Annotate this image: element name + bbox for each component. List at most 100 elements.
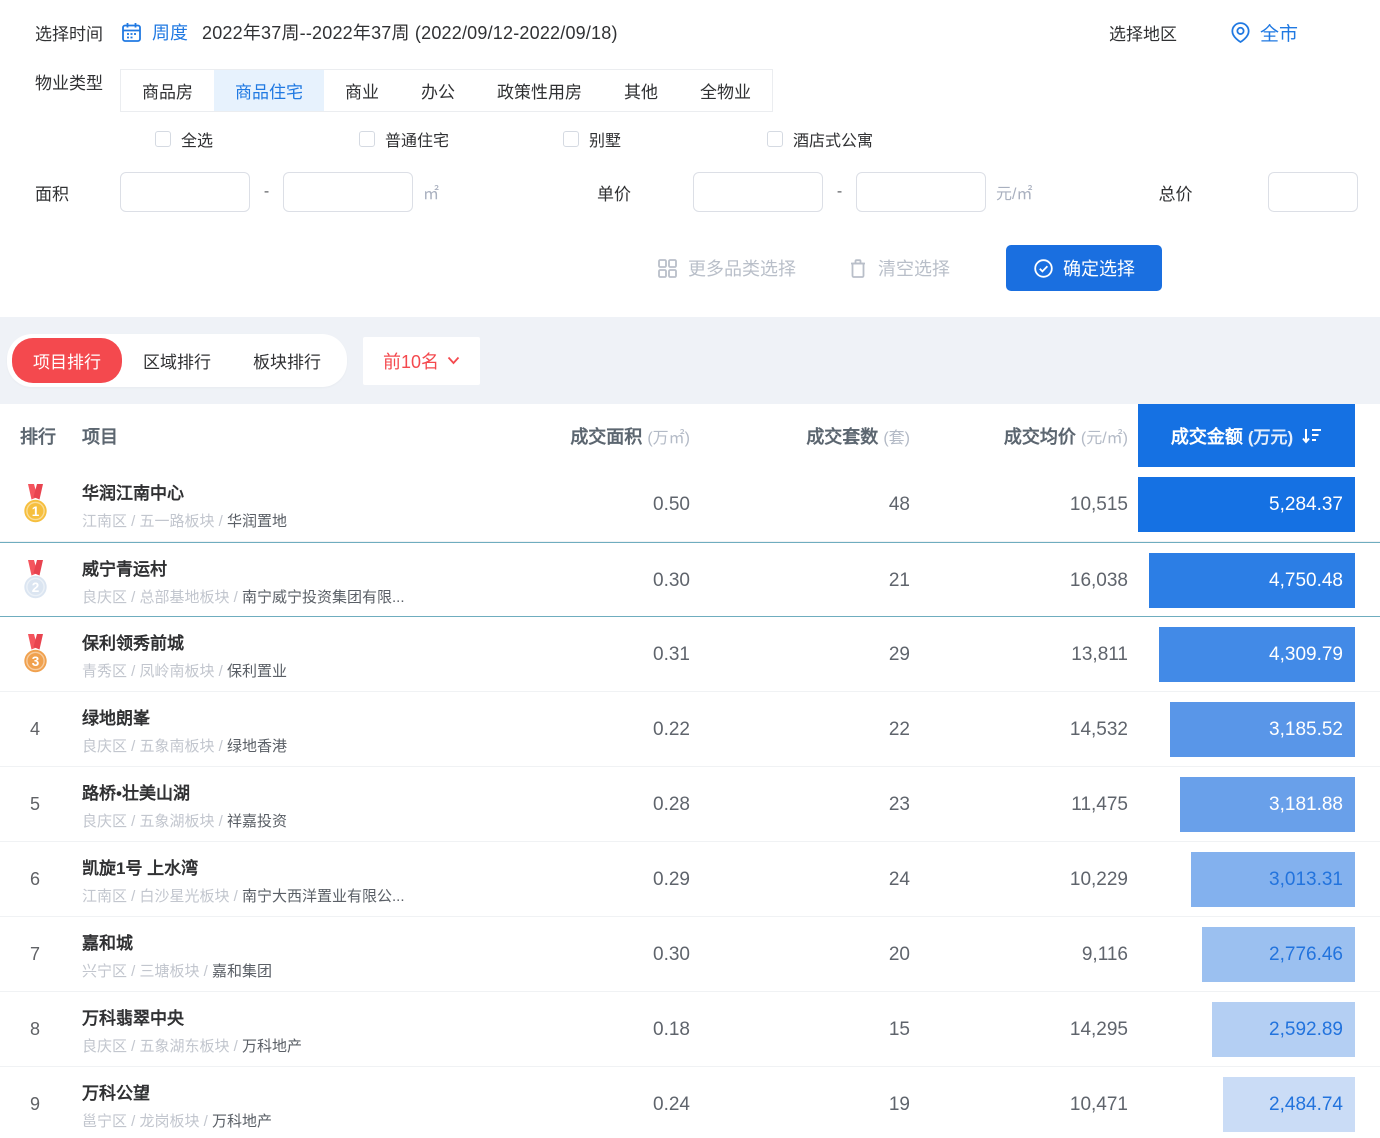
property-tab-2[interactable]: 商业 — [324, 70, 400, 111]
price-value: 9,116 — [910, 944, 1128, 966]
price-value: 14,532 — [910, 719, 1128, 741]
total-price-min-input[interactable] — [1268, 172, 1358, 212]
unit-price-max-input[interactable] — [856, 172, 986, 212]
units-value: 48 — [690, 494, 910, 516]
table-row[interactable]: 3 保利领秀前城 青秀区 / 凤岭南板块 / 保利置业 0.31 29 13,8… — [0, 617, 1380, 692]
location-pin-icon[interactable] — [1229, 21, 1252, 44]
property-tab-1[interactable]: 商品住宅 — [214, 70, 324, 111]
table-row[interactable]: 7 嘉和城 兴宁区 / 三塘板块 / 嘉和集团 0.30 20 9,116 2,… — [0, 917, 1380, 992]
amount-bar: 4,750.48 — [1149, 553, 1355, 608]
price-value: 10,471 — [910, 1094, 1128, 1116]
project-name: 万科翡翠中央 — [82, 1004, 540, 1029]
table-row[interactable]: 4 绿地朗峯 良庆区 / 五象南板块 / 绿地香港 0.22 22 14,532… — [0, 692, 1380, 767]
subtype-checkbox-2[interactable]: 别墅 — [563, 127, 767, 151]
area-value: 0.24 — [540, 1094, 690, 1116]
table-row[interactable]: 2 威宁青运村 良庆区 / 总部基地板块 / 南宁威宁投资集团有限... 0.3… — [0, 542, 1380, 617]
checkbox-icon[interactable] — [359, 131, 375, 147]
rank-cell: 4 — [0, 719, 70, 740]
amount-cell: 2,484.74 — [1128, 1067, 1355, 1138]
unit-price-min-input[interactable] — [693, 172, 823, 212]
project-name: 路桥•壮美山湖 — [82, 779, 540, 804]
amount-cell: 3,181.88 — [1128, 767, 1355, 842]
subtype-checkbox-1[interactable]: 普通住宅 — [359, 127, 563, 151]
time-filter-label: 选择时间 — [0, 20, 120, 45]
price-value: 16,038 — [910, 570, 1128, 592]
checkbox-label: 普通住宅 — [385, 127, 449, 151]
top-n-label: 前10名 — [383, 348, 439, 374]
area-value: 0.28 — [540, 794, 690, 816]
area-min-input[interactable] — [120, 172, 250, 212]
table-body: 1 华润江南中心 江南区 / 五一路板块 / 华润置地 0.50 48 10,5… — [0, 467, 1380, 1138]
rank-cell: 7 — [0, 944, 70, 965]
amount-cell: 4,309.79 — [1128, 617, 1355, 692]
property-tab-3[interactable]: 办公 — [400, 70, 476, 111]
checkbox-icon[interactable] — [563, 131, 579, 147]
project-name: 绿地朗峯 — [82, 704, 540, 729]
filter-panel: 选择时间 周度 2022年37周--2022年37周 (2022/09/12-2… — [0, 0, 1380, 291]
property-tab-6[interactable]: 全物业 — [679, 70, 772, 111]
time-mode-selector[interactable]: 周度 — [152, 19, 188, 45]
table-row[interactable]: 6 凯旋1号 上水湾 江南区 / 白沙星光板块 / 南宁大西洋置业有限公... … — [0, 842, 1380, 917]
total-price-label: 总价 — [1158, 180, 1192, 205]
medal-silver-icon: 2 — [20, 560, 51, 601]
table-row[interactable]: 5 路桥•壮美山湖 良庆区 / 五象湖板块 / 祥嘉投资 0.28 23 11,… — [0, 767, 1380, 842]
project-name: 威宁青运村 — [82, 555, 540, 580]
chevron-down-icon — [447, 356, 460, 365]
area-max-input[interactable] — [283, 172, 413, 212]
header-amount[interactable]: 成交金额 (万元) — [1138, 404, 1355, 467]
header-units: 成交套数 (套) — [690, 423, 910, 449]
amount-cell: 3,185.52 — [1128, 692, 1355, 767]
amount-cell: 4,750.48 — [1128, 543, 1355, 618]
project-location: 邕宁区 / 龙岗板块 / 万科地产 — [82, 1110, 540, 1131]
table-row[interactable]: 8 万科翡翠中央 良庆区 / 五象湖东板块 / 万科地产 0.18 15 14,… — [0, 992, 1380, 1067]
subtype-checkbox-3[interactable]: 酒店式公寓 — [767, 127, 971, 151]
checkbox-icon[interactable] — [155, 131, 171, 147]
ranking-toolbar: 项目排行区域排行板块排行 前10名 — [0, 317, 1380, 404]
rank-number: 7 — [30, 944, 40, 965]
property-type-label: 物业类型 — [0, 69, 120, 94]
project-cell: 万科公望 邕宁区 / 龙岗板块 / 万科地产 — [70, 1079, 540, 1131]
sort-descending-icon — [1301, 426, 1322, 445]
ranking-tab-1[interactable]: 区域排行 — [122, 338, 232, 383]
rank-cell: 2 — [0, 560, 70, 601]
amount-bar: 4,309.79 — [1159, 627, 1355, 682]
units-value: 15 — [690, 1019, 910, 1041]
ranking-tab-0[interactable]: 项目排行 — [12, 338, 122, 383]
region-value[interactable]: 全市 — [1260, 19, 1298, 46]
confirm-selection-button[interactable]: 确定选择 — [1006, 245, 1162, 291]
medal-gold-icon: 1 — [20, 484, 51, 525]
rank-number: 5 — [30, 794, 40, 815]
rank-number: 9 — [30, 1094, 40, 1115]
project-name: 嘉和城 — [82, 929, 540, 954]
table-row[interactable]: 9 万科公望 邕宁区 / 龙岗板块 / 万科地产 0.24 19 10,471 … — [0, 1067, 1380, 1138]
subtype-checkbox-0[interactable]: 全选 — [155, 127, 359, 151]
clear-selection-button[interactable]: 清空选择 — [848, 255, 950, 281]
checkbox-label: 酒店式公寓 — [793, 127, 873, 151]
property-tab-0[interactable]: 商品房 — [121, 70, 214, 111]
header-price: 成交均价 (元/㎡) — [910, 423, 1128, 449]
amount-bar: 2,592.89 — [1212, 1002, 1355, 1057]
table-row[interactable]: 1 华润江南中心 江南区 / 五一路板块 / 华润置地 0.50 48 10,5… — [0, 467, 1380, 542]
project-cell: 万科翡翠中央 良庆区 / 五象湖东板块 / 万科地产 — [70, 1004, 540, 1056]
time-range-value[interactable]: 2022年37周--2022年37周 (2022/09/12-2022/09/1… — [202, 19, 618, 45]
project-name: 万科公望 — [82, 1079, 540, 1104]
more-categories-button[interactable]: 更多品类选择 — [657, 255, 796, 281]
area-value: 0.31 — [540, 644, 690, 666]
calendar-icon[interactable] — [120, 21, 143, 44]
amount-cell: 2,592.89 — [1128, 992, 1355, 1067]
checkbox-icon[interactable] — [767, 131, 783, 147]
rank-cell: 9 — [0, 1094, 70, 1115]
top-n-dropdown[interactable]: 前10名 — [363, 337, 480, 385]
clear-selection-label: 清空选择 — [878, 255, 950, 281]
property-tab-5[interactable]: 其他 — [603, 70, 679, 111]
amount-cell: 5,284.37 — [1128, 467, 1355, 542]
subtype-checkbox-row: 全选 普通住宅 别墅 酒店式公寓 — [0, 127, 1380, 151]
area-value: 0.50 — [540, 494, 690, 516]
project-location: 青秀区 / 凤岭南板块 / 保利置业 — [82, 660, 540, 681]
project-cell: 嘉和城 兴宁区 / 三塘板块 / 嘉和集团 — [70, 929, 540, 981]
property-tab-4[interactable]: 政策性用房 — [476, 70, 603, 111]
ranking-tab-2[interactable]: 板块排行 — [232, 338, 342, 383]
area-value: 0.30 — [540, 570, 690, 592]
ranking-table: 排行 项目 成交面积 (万㎡) 成交套数 (套) 成交均价 (元/㎡) 成交金额… — [0, 404, 1380, 1138]
project-location: 良庆区 / 五象湖东板块 / 万科地产 — [82, 1035, 540, 1056]
